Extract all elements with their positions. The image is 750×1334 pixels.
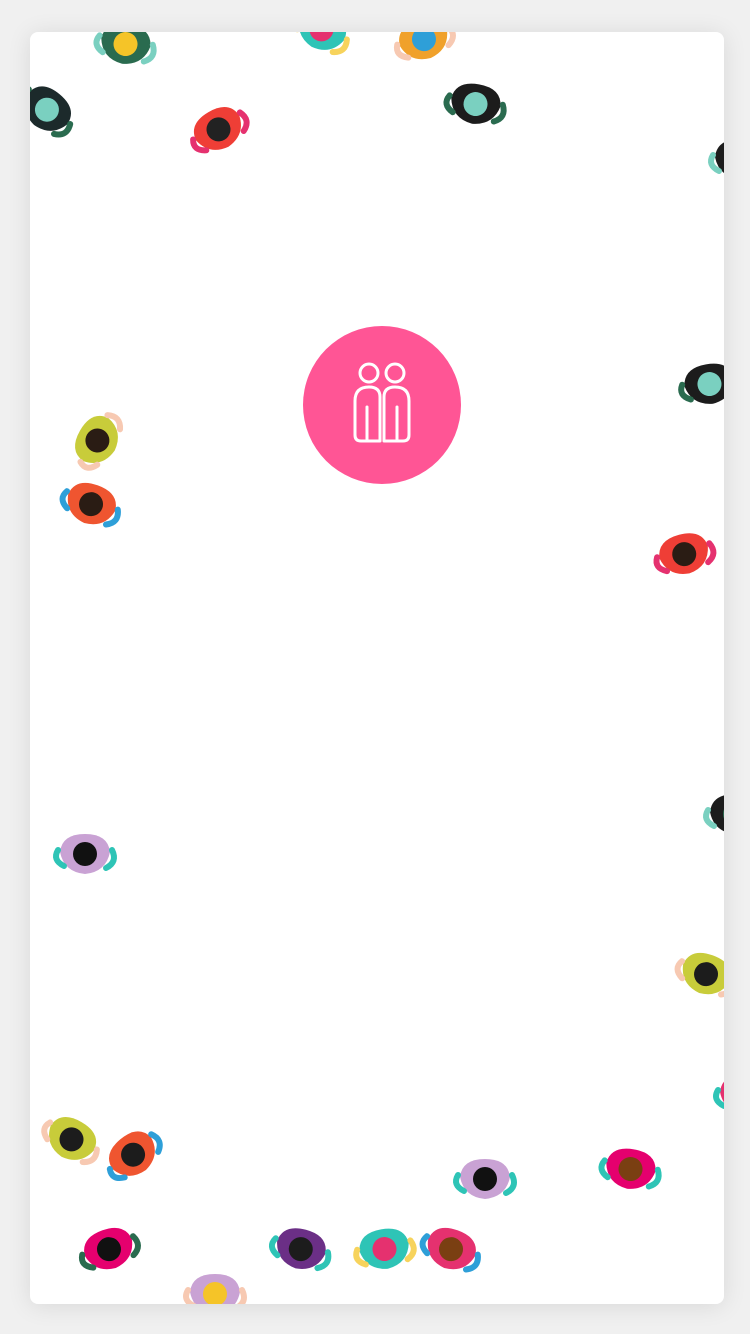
- person-top-view-icon: [50, 822, 120, 892]
- person-top-view-icon: [180, 1262, 250, 1304]
- person-top-view-icon: [100, 1122, 170, 1192]
- person-top-view-icon: [390, 32, 460, 77]
- person-top-view-icon: [75, 1217, 145, 1287]
- person-top-view-icon: [415, 1217, 485, 1287]
- person-top-view-icon: [65, 407, 135, 477]
- person-top-view-icon: [90, 32, 160, 82]
- person-top-view-icon: [35, 1107, 105, 1177]
- app-logo-button[interactable]: [303, 326, 461, 484]
- two-people-icon: [353, 362, 411, 443]
- person-top-view-icon: [185, 97, 255, 167]
- person-top-view-icon: [650, 522, 720, 592]
- person-top-view-icon: [450, 1147, 520, 1217]
- person-top-view-icon: [595, 1137, 665, 1207]
- person-top-view-icon: [285, 32, 355, 67]
- person-top-view-icon: [55, 472, 125, 542]
- person-top-view-icon: [30, 77, 80, 147]
- person-top-view-icon: [700, 782, 724, 852]
- person-top-view-icon: [710, 1062, 724, 1132]
- splash-screen: [30, 32, 724, 1304]
- person-top-view-icon: [675, 352, 724, 422]
- person-top-view-icon: [350, 1217, 420, 1287]
- person-top-view-icon: [265, 1217, 335, 1287]
- person-top-view-icon: [440, 72, 510, 142]
- person-top-view-icon: [670, 942, 724, 1012]
- person-top-view-icon: [705, 127, 724, 197]
